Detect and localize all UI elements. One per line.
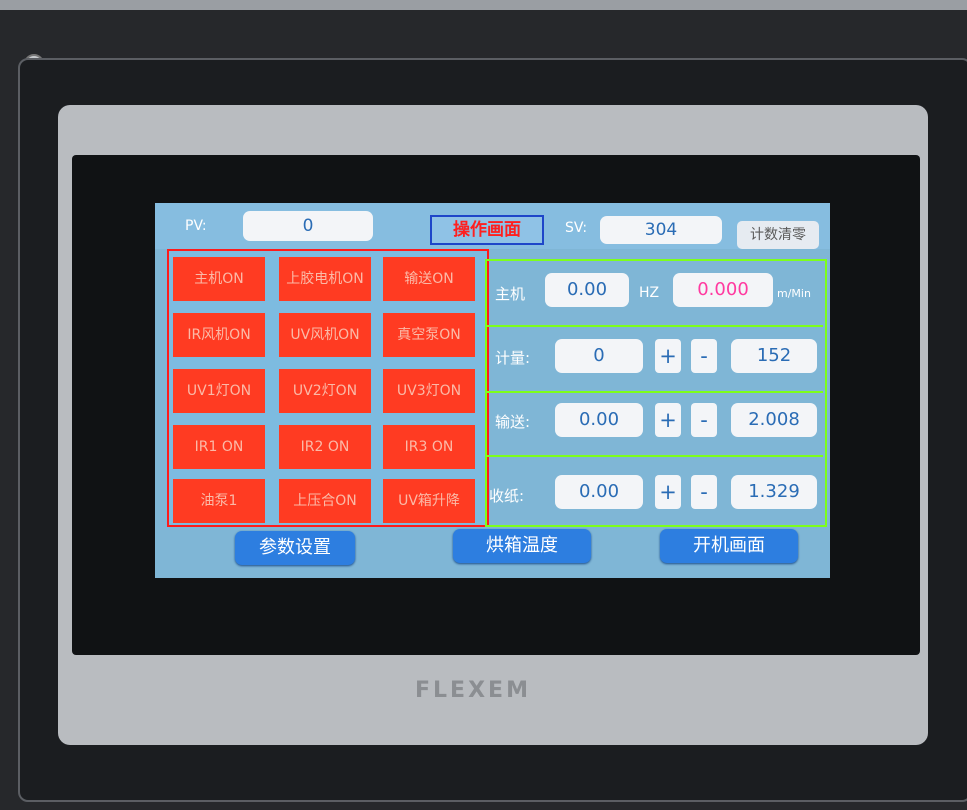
paper-plus-button[interactable]: +	[655, 475, 681, 509]
paper-value: 0.00	[555, 475, 643, 509]
press-button[interactable]: 上压合ON	[279, 479, 371, 523]
metering-setpoint[interactable]: 152	[731, 339, 817, 373]
conveyor-setpoint[interactable]: 2.008	[731, 403, 817, 437]
control-grid: 主机ON 上胶电机ON 输送ON IR风机ON UV风机ON 真空泵ON UV1…	[167, 249, 489, 527]
vacuum-pump-button[interactable]: 真空泵ON	[383, 313, 475, 357]
paper-minus-button[interactable]: -	[691, 475, 717, 509]
startup-screen-button[interactable]: 开机画面	[660, 529, 798, 563]
ir1-button[interactable]: IR1 ON	[173, 425, 265, 469]
main-frequency-value: 0.00	[545, 273, 629, 307]
frequency-unit: HZ	[639, 285, 660, 301]
ir2-button[interactable]: IR2 ON	[279, 425, 371, 469]
main-motor-button[interactable]: 主机ON	[173, 257, 265, 301]
reset-count-button[interactable]: 计数清零	[737, 221, 819, 249]
uv3-lamp-button[interactable]: UV3灯ON	[383, 369, 475, 413]
conveyor-plus-button[interactable]: +	[655, 403, 681, 437]
conveyor-value: 0.00	[555, 403, 643, 437]
uv-box-lift-button[interactable]: UV箱升降	[383, 479, 475, 523]
metering-value: 0	[555, 339, 643, 373]
uv1-lamp-button[interactable]: UV1灯ON	[173, 369, 265, 413]
top-bar: PV: 0 操作画面 SV: 304 计数清零	[155, 203, 830, 249]
uv2-lamp-button[interactable]: UV2灯ON	[279, 369, 371, 413]
main-label: 主机	[495, 285, 526, 303]
pv-value: 0	[243, 211, 373, 241]
oven-temp-button[interactable]: 烘箱温度	[453, 529, 591, 563]
metering-plus-button[interactable]: +	[655, 339, 681, 373]
paper-setpoint[interactable]: 1.329	[731, 475, 817, 509]
params-button[interactable]: 参数设置	[235, 531, 355, 565]
hmi-screen: PV: 0 操作画面 SV: 304 计数清零 主机ON 上胶电机ON 输送ON…	[155, 203, 830, 578]
sv-label: SV:	[565, 220, 588, 236]
uv-fan-button[interactable]: UV风机ON	[279, 313, 371, 357]
glue-motor-button[interactable]: 上胶电机ON	[279, 257, 371, 301]
metering-minus-button[interactable]: -	[691, 339, 717, 373]
pv-label: PV:	[185, 218, 207, 234]
divider	[485, 455, 823, 457]
divider	[485, 325, 823, 327]
line-speed-value: 0.000	[673, 273, 773, 307]
brand-logo: FLEXEM	[415, 678, 531, 703]
conveyor-minus-button[interactable]: -	[691, 403, 717, 437]
speed-unit: m/Min	[777, 287, 811, 300]
paper-label: 收纸:	[489, 487, 525, 505]
ir3-button[interactable]: IR3 ON	[383, 425, 475, 469]
oil-pump-button[interactable]: 油泵1	[173, 479, 265, 523]
conveyor-button[interactable]: 输送ON	[383, 257, 475, 301]
divider	[485, 391, 823, 393]
conveyor-label: 输送:	[495, 413, 531, 431]
sv-value: 304	[600, 216, 722, 244]
metering-label: 计量:	[495, 349, 531, 367]
ir-fan-button[interactable]: IR风机ON	[173, 313, 265, 357]
page-title: 操作画面	[430, 215, 544, 245]
